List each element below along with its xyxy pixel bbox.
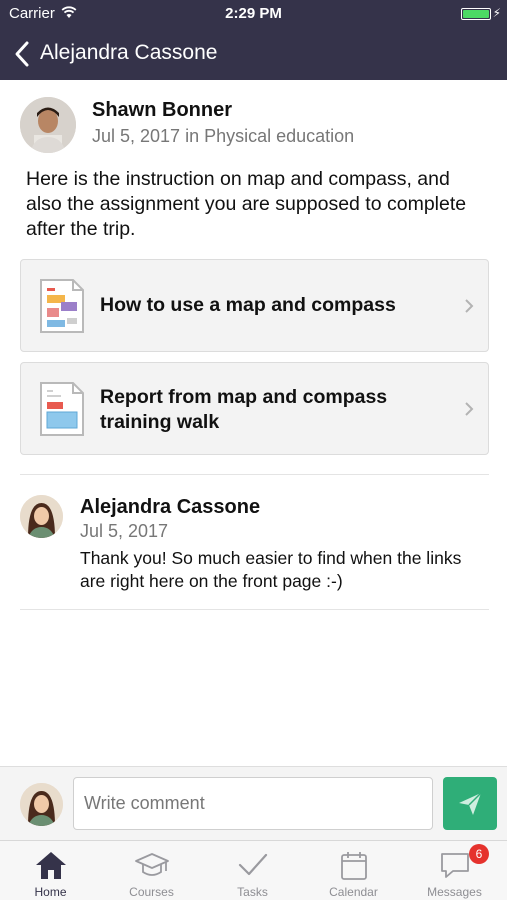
- unread-badge: 6: [469, 844, 489, 864]
- charging-bolt-icon: ⚡: [492, 6, 501, 20]
- attachment-card[interactable]: How to use a map and compass: [20, 259, 489, 352]
- status-bar: Carrier 2:29 PM ⚡: [0, 0, 507, 28]
- tab-label: Calendar: [329, 885, 378, 899]
- send-icon: [459, 792, 482, 815]
- tab-label: Home: [34, 885, 67, 899]
- avatar-photo: [20, 783, 63, 826]
- attachment-title: How to use a map and compass: [100, 294, 396, 316]
- battery-level: [463, 10, 489, 18]
- tab-home[interactable]: Home: [0, 841, 101, 900]
- tab-courses[interactable]: Courses: [101, 841, 202, 900]
- commenter-avatar[interactable]: [20, 495, 63, 538]
- comment-author-name[interactable]: Alejandra Cassone: [80, 496, 260, 519]
- chat-bubble-icon: [441, 853, 469, 878]
- chevron-right-icon: [465, 299, 474, 313]
- attachment-card[interactable]: Report from map and compass training wal…: [20, 362, 489, 455]
- tab-label: Courses: [129, 885, 174, 899]
- comment-composer: [0, 766, 507, 840]
- author-avatar[interactable]: [20, 97, 76, 153]
- comment-body: Thank you! So much easier to find when t…: [80, 548, 462, 591]
- avatar-photo: [20, 495, 63, 538]
- divider: [20, 474, 489, 475]
- post-meta: Jul 5, 2017 in Physical education: [92, 126, 355, 146]
- send-button[interactable]: [443, 777, 497, 830]
- tab-bar: Home Courses Tasks Calendar Messages: [0, 840, 507, 900]
- home-icon: [36, 852, 66, 879]
- tab-label: Messages: [427, 885, 482, 899]
- current-user-avatar: [20, 783, 63, 826]
- tab-tasks[interactable]: Tasks: [202, 841, 303, 900]
- tab-calendar[interactable]: Calendar: [303, 841, 404, 900]
- checkmark-icon: [238, 853, 268, 876]
- tab-label: Tasks: [237, 885, 268, 899]
- document-icon: [40, 279, 84, 333]
- post-body: Here is the instruction on map and compa…: [26, 168, 467, 240]
- chevron-right-icon: [465, 402, 474, 416]
- graduation-cap-icon: [135, 853, 169, 876]
- tab-messages[interactable]: Messages: [404, 841, 505, 900]
- page-title[interactable]: Alejandra Cassone: [40, 41, 217, 65]
- attachment-title: Report from map and compass training wal…: [100, 386, 388, 433]
- app-header: Carrier 2:29 PM ⚡ Alejandra Cassone: [0, 0, 507, 80]
- divider: [20, 609, 489, 610]
- navigation-bar: Alejandra Cassone: [0, 28, 507, 80]
- calendar-icon: [341, 852, 367, 880]
- comment-input[interactable]: [73, 777, 433, 830]
- comment-date: Jul 5, 2017: [80, 521, 169, 541]
- back-chevron-icon[interactable]: [12, 40, 32, 68]
- post-author-name[interactable]: Shawn Bonner: [92, 99, 232, 122]
- status-time: 2:29 PM: [225, 5, 282, 22]
- document-icon: [40, 382, 84, 436]
- avatar-photo: [20, 97, 76, 153]
- battery-icon: [461, 8, 491, 20]
